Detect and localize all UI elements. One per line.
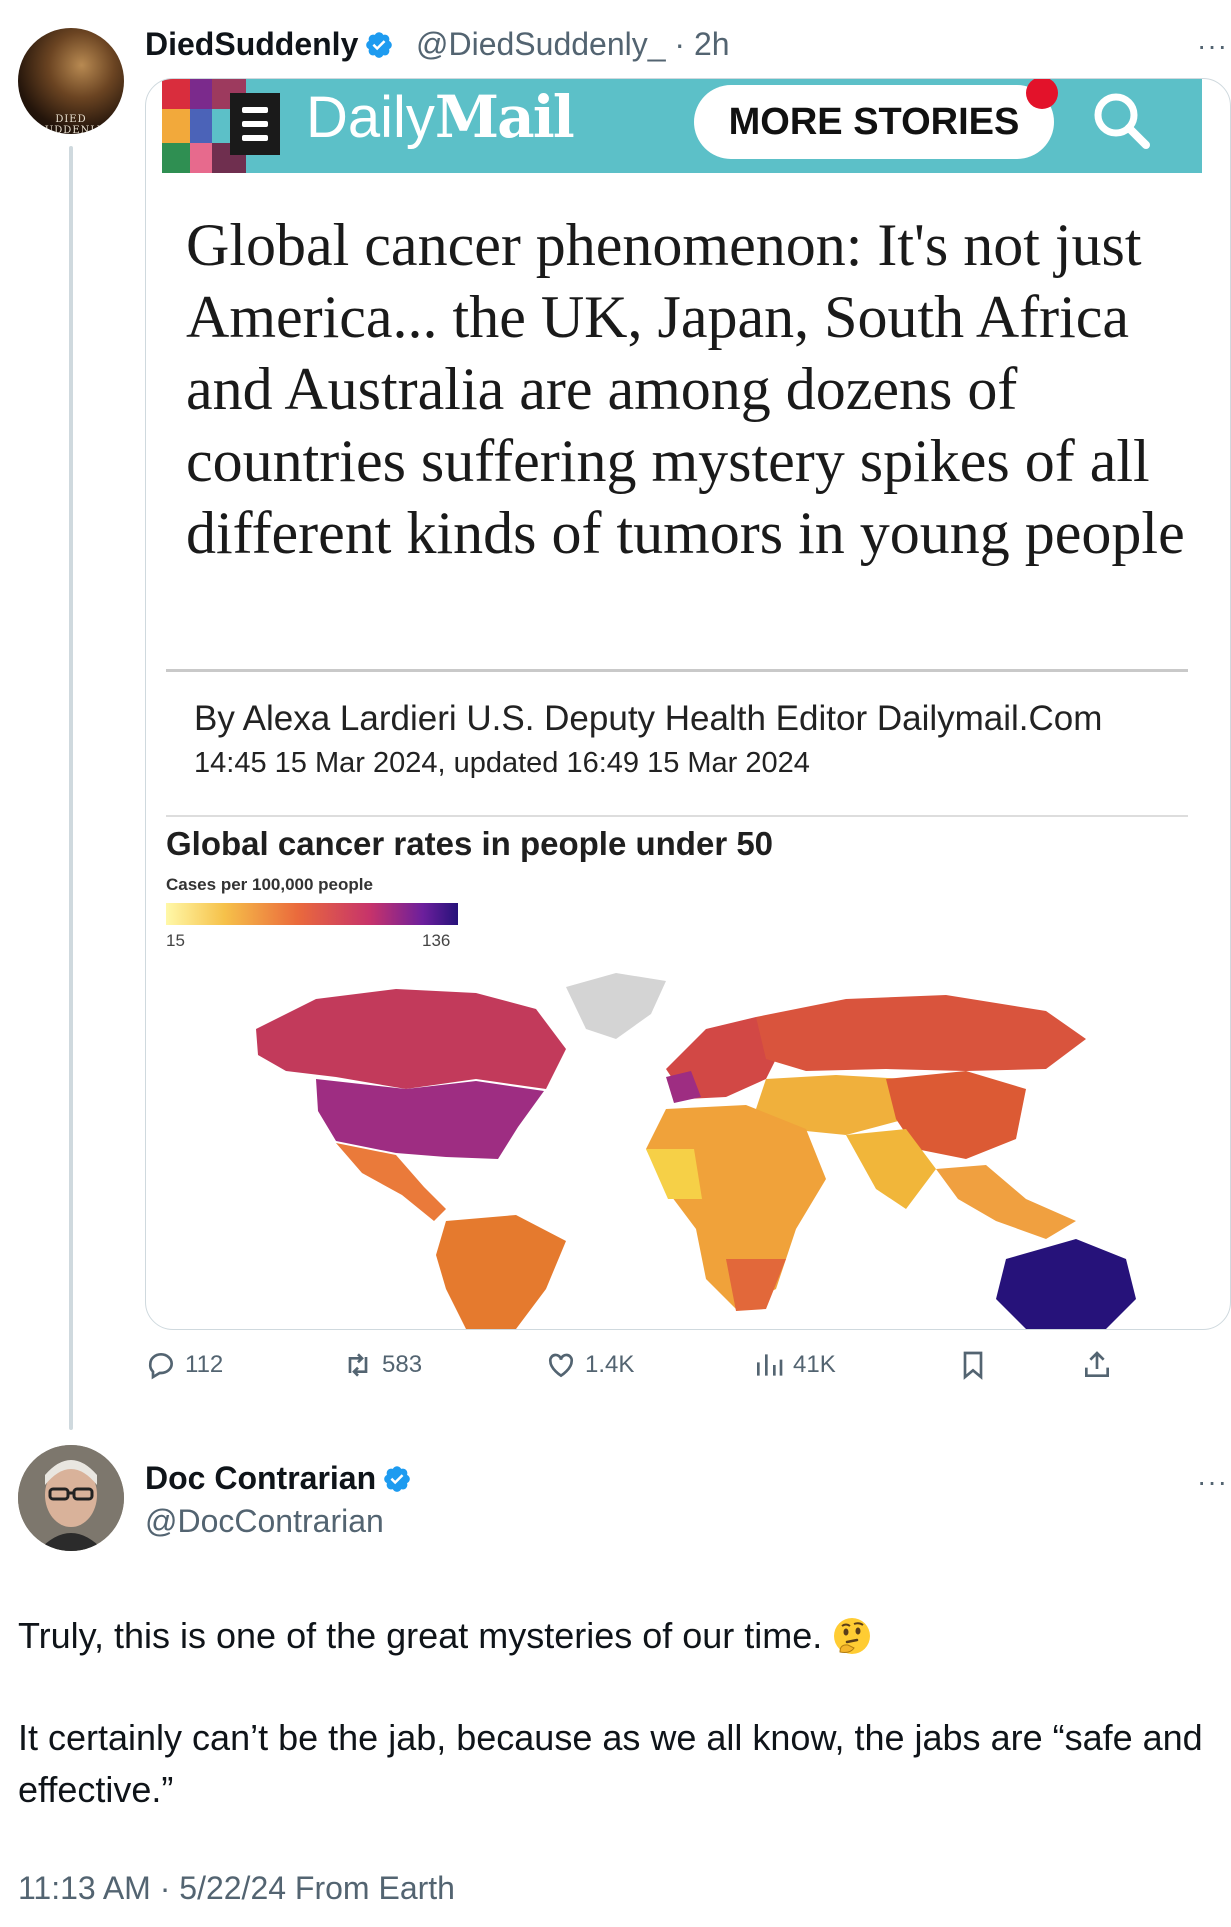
tweet-actions: 112 583 1.4K 41K bbox=[145, 1342, 1229, 1388]
map-region-southeast-asia bbox=[936, 1165, 1076, 1239]
verified-badge-icon bbox=[384, 1466, 410, 1492]
dailymail-logo: DailyMail bbox=[306, 83, 575, 151]
notification-dot bbox=[1026, 79, 1058, 109]
heart-icon bbox=[548, 1353, 574, 1378]
share-button[interactable] bbox=[1081, 1342, 1113, 1388]
avatar-text: DIED SUDDENLY bbox=[37, 114, 105, 134]
tweet-timestamp[interactable]: 11:13 AM · 5/22/24 From Earth bbox=[18, 1870, 455, 1907]
retweet-icon bbox=[348, 1353, 368, 1377]
legend-min: 15 bbox=[166, 931, 185, 950]
thread-line bbox=[69, 146, 73, 1430]
hamburger-menu-icon bbox=[230, 93, 280, 155]
tweet-text-line: It certainly can’t be the jab, because a… bbox=[18, 1717, 1203, 1810]
article-headline: Global cancer phenomenon: It's not just … bbox=[186, 212, 1185, 566]
more-stories-button: MORE STORIES bbox=[694, 85, 1054, 159]
handle: @DiedSuddenly_ bbox=[416, 26, 666, 62]
map-region-canada bbox=[256, 989, 566, 1089]
avatar[interactable]: DIED SUDDENLY bbox=[18, 28, 124, 134]
bookmark-button[interactable] bbox=[957, 1342, 989, 1388]
display-name-text: DiedSuddenly bbox=[145, 26, 359, 62]
tweet-text-line: Truly, this is one of the great mysterie… bbox=[18, 1610, 1208, 1662]
handle[interactable]: @DocContrarian bbox=[145, 1503, 384, 1540]
map-legend-gradient bbox=[166, 903, 458, 925]
reply-count: 112 bbox=[185, 1351, 224, 1378]
avatar-portrait bbox=[18, 1445, 124, 1551]
logo-daily: Daily bbox=[306, 85, 435, 150]
avatar[interactable] bbox=[18, 1445, 124, 1551]
share-icon bbox=[1085, 1351, 1109, 1377]
tweet-text: Truly, this is one of the great mysterie… bbox=[18, 1610, 1208, 1816]
divider bbox=[166, 815, 1188, 817]
reply-icon bbox=[148, 1353, 173, 1380]
verified-badge-icon bbox=[366, 32, 393, 58]
bookmark-icon bbox=[963, 1351, 983, 1380]
search-icon bbox=[1094, 93, 1150, 149]
reply-button[interactable]: 112 bbox=[145, 1342, 223, 1388]
thinking-face-emoji-icon bbox=[834, 1618, 871, 1654]
map-region-australia bbox=[996, 1239, 1136, 1329]
more-options-icon[interactable]: ··· bbox=[1197, 1466, 1228, 1498]
post-time: · 2h bbox=[665, 26, 730, 62]
article-byline: By Alexa Lardieri U.S. Deputy Health Edi… bbox=[194, 699, 1103, 738]
article-dateline: 14:45 15 Mar 2024, updated 16:49 15 Mar … bbox=[194, 747, 810, 779]
map-legend-label: Cases per 100,000 people bbox=[166, 875, 373, 894]
display-name[interactable]: DiedSuddenly bbox=[145, 26, 394, 63]
map-region-south-america bbox=[436, 1215, 566, 1329]
views-count: 41K bbox=[793, 1351, 836, 1378]
map-region-greenland bbox=[566, 973, 666, 1039]
retweet-button[interactable]: 583 bbox=[342, 1342, 422, 1388]
map-title: Global cancer rates in people under 50 bbox=[166, 825, 774, 862]
like-button[interactable]: 1.4K bbox=[545, 1342, 634, 1388]
more-options-icon[interactable]: ··· bbox=[1197, 30, 1228, 62]
world-map bbox=[256, 973, 1136, 1329]
views-button[interactable]: 41K bbox=[753, 1342, 836, 1388]
display-name[interactable]: Doc Contrarian bbox=[145, 1460, 412, 1497]
media-image[interactable]: DailyMail MORE STORIES Global cancer phe… bbox=[145, 78, 1231, 1330]
display-name-text: Doc Contrarian bbox=[145, 1460, 377, 1496]
views-chart-icon bbox=[757, 1354, 783, 1376]
divider bbox=[166, 669, 1188, 672]
legend-max: 136 bbox=[422, 931, 451, 950]
retweet-count: 583 bbox=[382, 1351, 423, 1378]
like-count: 1.4K bbox=[585, 1351, 635, 1378]
map-region-west-africa bbox=[646, 1149, 702, 1199]
handle-time[interactable]: @DiedSuddenly_ · 2h bbox=[416, 26, 730, 63]
map-region-russia bbox=[756, 995, 1086, 1071]
logo-mail: Mail bbox=[434, 83, 575, 151]
